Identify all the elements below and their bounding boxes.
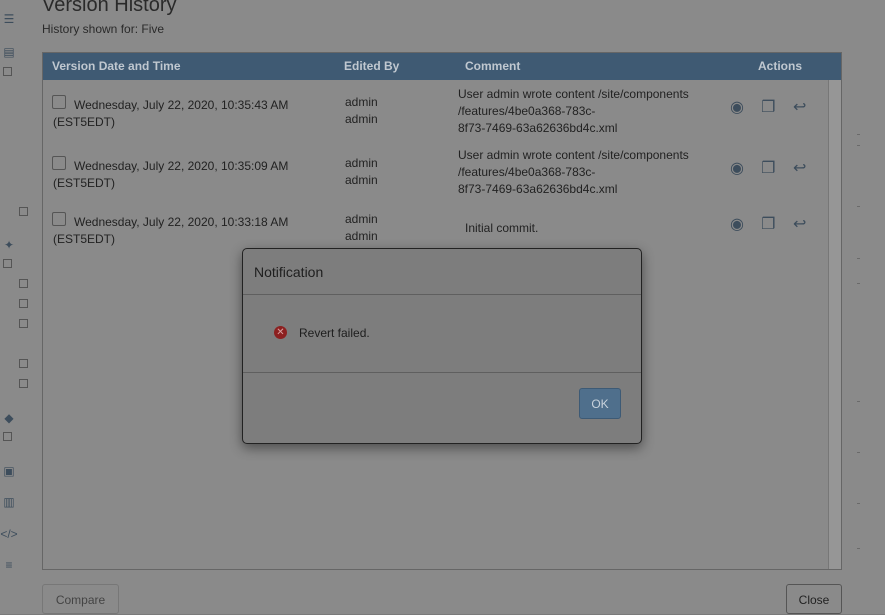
reply-icon[interactable]: ↩ — [791, 216, 809, 234]
notification-body: ✕ Revert failed. — [243, 295, 641, 373]
expand-toggle[interactable] — [19, 207, 28, 216]
reply-icon[interactable]: ↩ — [791, 160, 809, 178]
document-icon[interactable]: ▥ — [0, 494, 18, 510]
notification-title: Notification — [254, 264, 324, 280]
version-date: Wednesday, July 22, 2020, 10:35:43 AM (E… — [53, 98, 289, 129]
copy-icon[interactable]: ❐ — [759, 160, 777, 178]
column-header-actions: Actions — [758, 59, 803, 73]
collapse-toggle[interactable] — [3, 259, 12, 268]
copy-icon[interactable]: ❐ — [759, 99, 777, 117]
edited-by: admin admin — [345, 95, 378, 126]
table-header: Version Date and Time Edited By Comment … — [43, 53, 841, 80]
column-header-edited-by: Edited By — [344, 59, 400, 73]
settings-sliders-icon[interactable]: ≡ — [0, 557, 18, 573]
menu-icon[interactable]: ☰ — [0, 11, 18, 27]
image-icon[interactable]: ▣ — [0, 463, 18, 479]
version-comment: Initial commit. — [465, 221, 539, 235]
reply-icon[interactable]: ↩ — [791, 99, 809, 117]
table-scrollbar[interactable] — [828, 80, 841, 569]
expand-toggle[interactable] — [19, 379, 28, 388]
version-comment: User admin wrote content /site/component… — [458, 148, 689, 196]
eye-icon[interactable]: ◉ — [728, 160, 746, 178]
tag-icon[interactable]: ◆ — [0, 410, 18, 426]
eye-icon[interactable]: ◉ — [728, 216, 746, 234]
dialog-title: Version History — [42, 0, 177, 16]
expand-toggle[interactable] — [19, 359, 28, 368]
row-actions: ◉ ❐ ↩ — [728, 99, 819, 117]
puzzle-icon[interactable]: ✦ — [0, 237, 18, 253]
close-button[interactable]: Close — [786, 584, 842, 614]
row-actions: ◉ ❐ ↩ — [728, 216, 819, 234]
ok-button[interactable]: OK — [579, 388, 621, 419]
expand-toggle[interactable] — [19, 279, 28, 288]
version-comment: User admin wrote content /site/component… — [458, 87, 689, 135]
notification-dialog: Notification ✕ Revert failed. OK — [242, 248, 642, 444]
expand-toggle[interactable] — [19, 299, 28, 308]
collapse-toggle[interactable] — [3, 67, 12, 76]
edited-by: admin admin — [345, 156, 378, 187]
expand-toggle[interactable] — [3, 432, 12, 441]
row-actions: ◉ ❐ ↩ — [728, 160, 819, 178]
version-date: Wednesday, July 22, 2020, 10:33:18 AM (E… — [53, 215, 289, 246]
notification-message: Revert failed. — [299, 326, 370, 340]
notification-header: Notification — [243, 249, 641, 295]
edited-by: admin admin — [345, 212, 378, 243]
error-icon: ✕ — [274, 326, 287, 339]
collapse-toggle[interactable] — [19, 319, 28, 328]
file-icon[interactable]: ▤ — [0, 44, 18, 60]
compare-button[interactable]: Compare — [42, 584, 119, 614]
code-icon[interactable]: </> — [0, 526, 18, 542]
copy-icon[interactable]: ❐ — [759, 216, 777, 234]
right-panel — [856, 0, 885, 614]
eye-icon[interactable]: ◉ — [728, 99, 746, 117]
column-header-date: Version Date and Time — [52, 59, 181, 73]
dialog-subtitle: History shown for: Five — [42, 22, 165, 36]
version-date: Wednesday, July 22, 2020, 10:35:09 AM (E… — [53, 159, 289, 190]
table-row: Wednesday, July 22, 2020, 10:35:09 AM (E… — [43, 148, 828, 206]
column-header-comment: Comment — [465, 59, 521, 73]
table-row: Wednesday, July 22, 2020, 10:35:43 AM (E… — [43, 87, 828, 145]
left-sidebar: ☰ ▤ ✦ ◆ ▣ ▥ </> ≡ — [0, 0, 28, 614]
